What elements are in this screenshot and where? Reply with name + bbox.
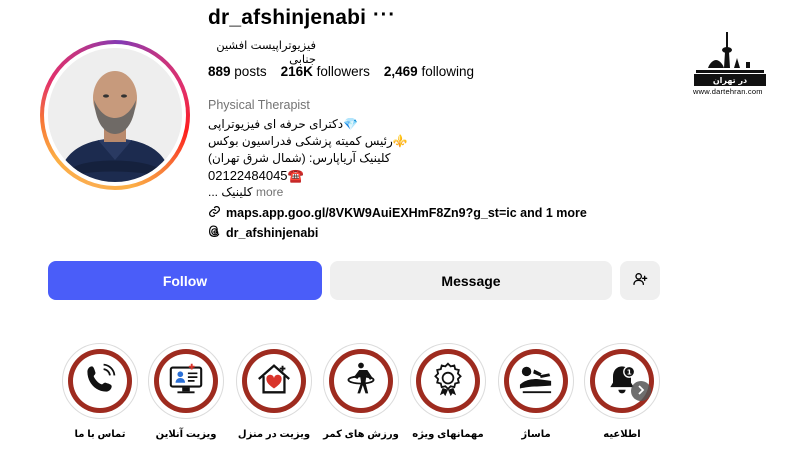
bio-line-2: ⚜️رئیس کمیته پزشکی فدراسیون بوکس — [208, 134, 408, 148]
highlight-label: تماس با ما — [74, 429, 126, 440]
highlight-ring — [236, 343, 312, 419]
profile-username: dr_afshinjenabi — [208, 6, 367, 29]
highlight-inner — [73, 354, 127, 408]
profile-stats: 889 posts 216K followers 2,469 following — [208, 64, 474, 79]
threads-link[interactable]: dr_afshinjenabi — [208, 225, 318, 241]
highlights-next-button[interactable] — [631, 381, 651, 401]
highlight-cover — [416, 349, 480, 413]
bio-truncated-text: کلینیک ... — [208, 185, 253, 199]
more-horizontal-icon[interactable]: ··· — [373, 4, 396, 27]
hula-hoop-icon — [343, 360, 379, 403]
bio-line-5: کلینیک ... more — [208, 184, 408, 201]
profile-bio: 💎دکترای حرفه ای فیزیوتراپی ⚜️رئیس کمیته … — [208, 116, 408, 201]
highlight-cover — [68, 349, 132, 413]
highlight-item[interactable]: ورزش های کمر — [322, 343, 400, 440]
highlight-item[interactable]: مهمانهای ویژه — [409, 343, 487, 440]
threads-handle: dr_afshinjenabi — [226, 226, 319, 240]
highlight-ring — [323, 343, 399, 419]
highlight-label: اطلاعیه — [603, 429, 641, 440]
add-person-icon — [632, 271, 648, 290]
highlight-inner — [421, 354, 475, 408]
highlight-cover — [504, 349, 568, 413]
highlight-label: ویزیت آنلاین — [155, 429, 217, 440]
watermark-brand-text: در تهران — [713, 76, 747, 85]
bio-phone: 02122484045☎️ — [208, 168, 304, 183]
following-label: following — [421, 64, 474, 79]
followers-link[interactable]: 216K followers — [281, 64, 370, 79]
highlight-ring — [498, 343, 574, 419]
posts-label: posts — [234, 64, 267, 79]
highlight-item[interactable]: ویزیت در منزل — [235, 343, 313, 440]
highlight-label: ورزش های کمر — [323, 429, 399, 440]
badge-icon — [430, 361, 466, 402]
bio-more-link[interactable]: more — [256, 185, 283, 199]
external-link-text: maps.app.goo.gl/8VKW9AuiEXHmF8Zn9?g_st=i… — [226, 206, 587, 220]
svg-text:1: 1 — [627, 367, 632, 376]
highlight-item[interactable]: ویزیت آنلاین — [147, 343, 225, 440]
highlight-inner — [159, 354, 213, 408]
highlight-ring — [62, 343, 138, 419]
avatar-ring-gap — [44, 44, 186, 186]
highlight-label: ماساژ — [521, 429, 551, 440]
profile-avatar[interactable] — [40, 40, 190, 190]
message-button[interactable]: Message — [330, 261, 612, 300]
highlight-label: ویزیت در منزل — [237, 429, 311, 440]
massage-icon — [517, 362, 555, 401]
following-value: 2,469 — [383, 64, 418, 79]
highlight-label: مهمانهای ویژه — [412, 429, 484, 440]
following-link[interactable]: 2,469 following — [384, 64, 474, 79]
profile-category: Physical Therapist — [208, 98, 310, 112]
suggested-accounts-button[interactable] — [620, 261, 660, 300]
highlight-inner — [247, 354, 301, 408]
highlight-ring: 1 — [584, 343, 660, 419]
watermark-url: www.dartehran.com — [693, 87, 763, 96]
threads-icon — [208, 225, 221, 241]
highlight-inner — [509, 354, 563, 408]
chevron-right-icon — [636, 382, 646, 400]
bio-line-3: کلینیک آریاپارس: (شمال شرق تهران) — [208, 151, 391, 165]
highlight-cover — [329, 349, 393, 413]
posts-count: 889 posts — [208, 64, 267, 79]
highlight-ring — [148, 343, 224, 419]
highlight-item[interactable]: تماس با ما — [61, 343, 139, 440]
highlight-item[interactable]: ماساژ — [497, 343, 575, 440]
home-care-icon — [255, 360, 293, 403]
posts-value: 889 — [208, 64, 231, 79]
avatar-photo — [48, 48, 182, 182]
followers-value: 216K — [280, 64, 313, 79]
highlight-cover — [154, 349, 218, 413]
follow-button[interactable]: Follow — [48, 261, 322, 300]
highlight-inner — [334, 354, 388, 408]
phone-icon — [82, 361, 118, 402]
bio-line-1: 💎دکترای حرفه ای فیزیوتراپی — [208, 117, 359, 131]
highlight-cover — [242, 349, 306, 413]
external-link[interactable]: maps.app.goo.gl/8VKW9AuiEXHmF8Zn9?g_st=i… — [208, 205, 587, 221]
highlight-ring — [410, 343, 486, 419]
link-icon — [208, 205, 221, 221]
online-visit-icon — [167, 360, 205, 403]
profile-full-name: فیزیوتراپیست افشین جنابی — [216, 40, 316, 66]
followers-label: followers — [316, 64, 370, 79]
